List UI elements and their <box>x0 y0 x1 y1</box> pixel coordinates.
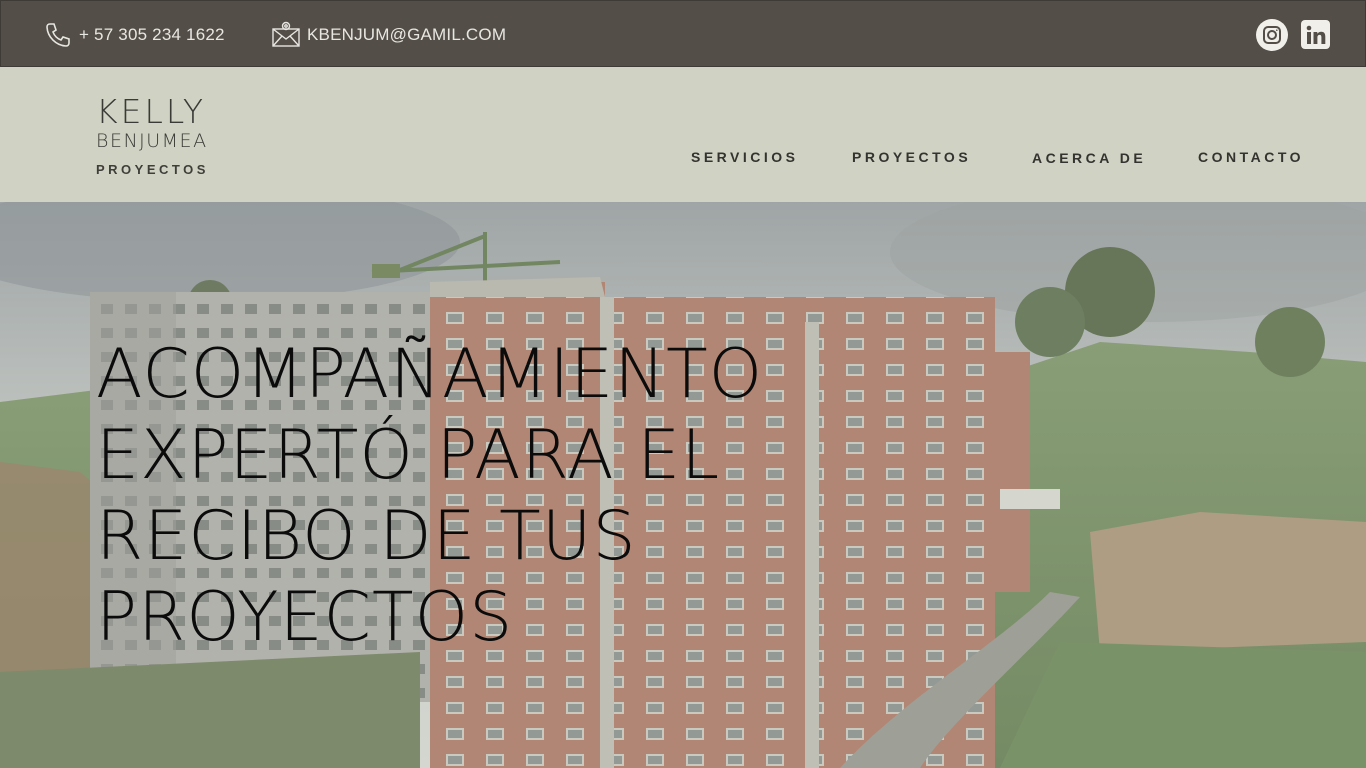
top-contact-bar: + 57 305 234 1622 KBENJUM@GAMIL.COM <box>0 0 1366 67</box>
email-address: KBENJUM@GAMIL.COM <box>307 24 507 44</box>
mail-icon <box>271 20 301 50</box>
site-header: KELLY BENJUMEA PROYECTOS SERVICIOS PROYE… <box>0 67 1366 202</box>
logo-line-1: KELLY <box>96 92 207 131</box>
phone-contact[interactable]: + 57 305 234 1622 <box>43 1 225 68</box>
linkedin-icon[interactable] <box>1301 20 1330 49</box>
nav-acerca-de[interactable]: ACERCA DE <box>1032 150 1146 166</box>
hero-section: ACOMPAÑAMIENTO EXPERTÓ PARA EL RECIBO DE… <box>0 202 1366 768</box>
headline-line-4: PROYECTOS <box>96 578 514 657</box>
phone-number: + 57 305 234 1622 <box>79 24 225 44</box>
headline-line-3: RECIBO DE TUS <box>96 497 637 576</box>
headline-line-2: EXPERTÓ PARA EL <box>96 416 721 495</box>
headline-line-1: ACOMPAÑAMIENTO <box>96 335 764 414</box>
phone-icon <box>43 20 73 50</box>
hero-headline: ACOMPAÑAMIENTO EXPERTÓ PARA EL RECIBO DE… <box>96 334 856 658</box>
instagram-icon[interactable] <box>1256 19 1288 51</box>
logo-line-2: BENJUMEA <box>96 130 208 152</box>
nav-servicios[interactable]: SERVICIOS <box>691 149 799 165</box>
logo[interactable]: KELLY BENJUMEA PROYECTOS <box>96 92 209 178</box>
logo-line-3: PROYECTOS <box>96 162 209 177</box>
email-contact[interactable]: KBENJUM@GAMIL.COM <box>271 1 506 68</box>
nav-contacto[interactable]: CONTACTO <box>1198 149 1304 165</box>
nav-proyectos[interactable]: PROYECTOS <box>852 149 971 165</box>
